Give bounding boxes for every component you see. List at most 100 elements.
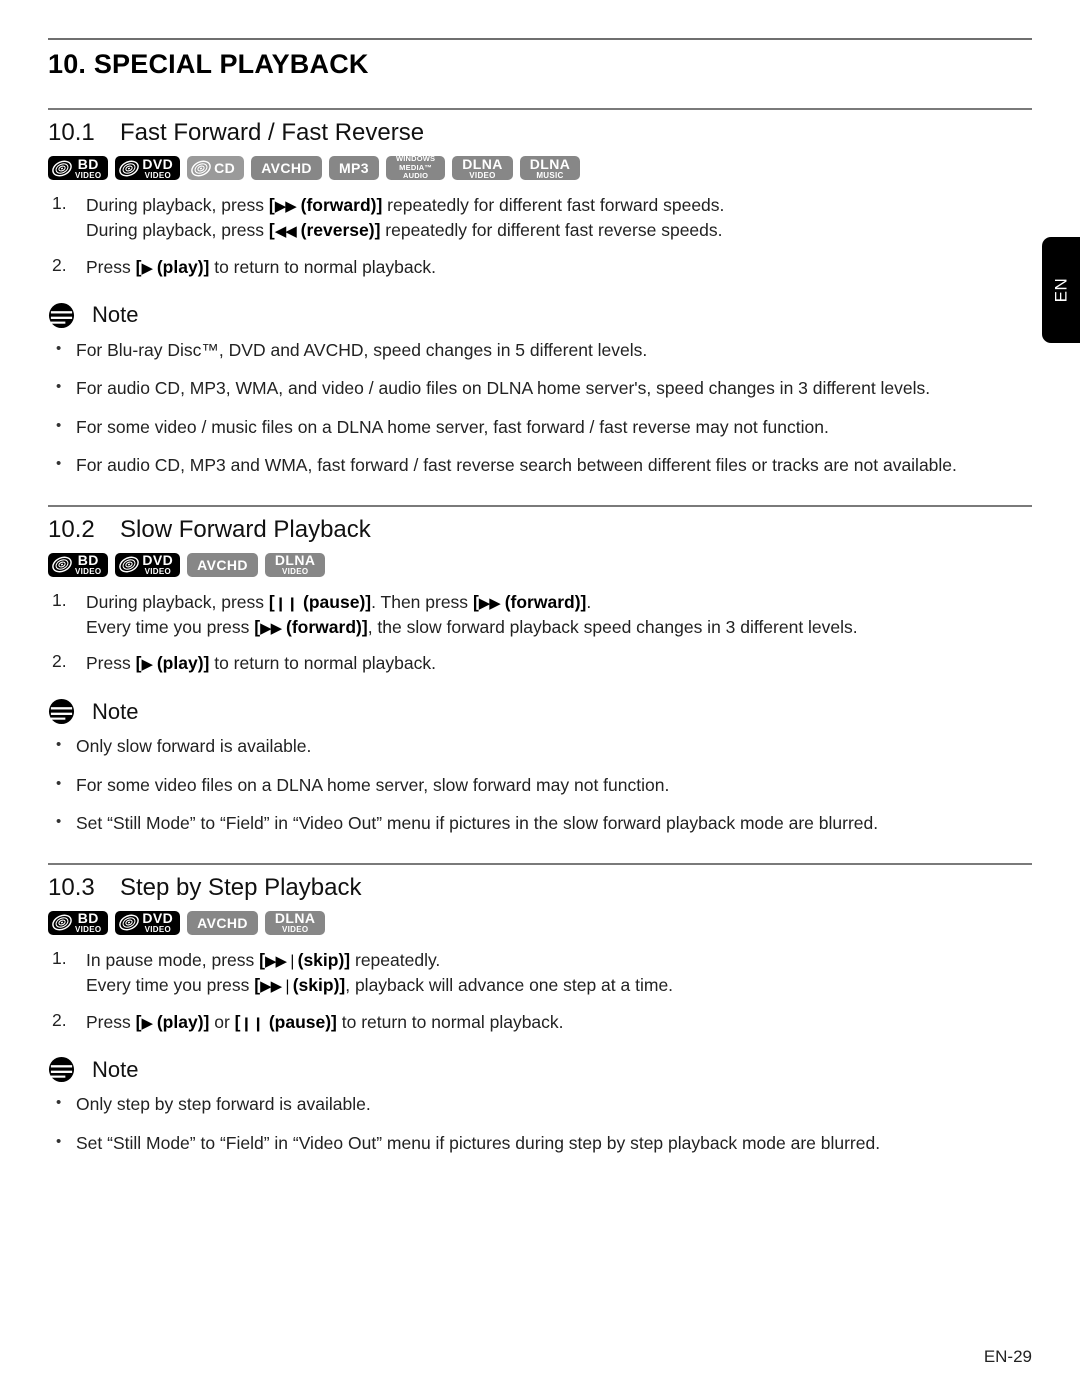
disc-icon (52, 160, 72, 176)
bullet-icon: • (56, 774, 62, 792)
note-item: • Only step by step forward is available. (48, 1092, 1032, 1118)
media-badge-dvd-video: DVD VIDEO (115, 155, 181, 180)
note-list: • Only step by step forward is available.… (48, 1092, 1032, 1156)
section-title: Fast Forward / Fast Reverse (120, 119, 425, 146)
badge-label: WINDOWS MEDIA™ AUDIO (395, 154, 436, 181)
key-label: [❙❙ (pause)] (234, 1011, 337, 1032)
badge-sublabel: MUSIC (536, 170, 564, 180)
badge-label: AVCHD (197, 556, 248, 573)
bullet-icon: • (56, 1133, 62, 1151)
note-list: • Only slow forward is available. • For som… (48, 734, 1032, 837)
badge-label: DLNA (462, 155, 503, 172)
badge-label: DVD (142, 552, 174, 569)
note-list: • For Blu-ray Disc™, DVD and AVCHD, speed… (48, 338, 1032, 479)
language-tab: EN (1042, 237, 1080, 343)
badge-label: CD (214, 160, 236, 176)
sections-container: 10.1 Fast Forward / Fast Reverse BD VIDEO DV… (48, 108, 1032, 1177)
note-item: • Only slow forward is available. (48, 734, 1032, 760)
badge-label: AVCHD (261, 160, 312, 176)
bullet-icon: • (56, 339, 62, 357)
note-heading: Note (48, 302, 1032, 329)
disc-icon (119, 914, 140, 931)
key-label: [▶▶ (forward)] (268, 195, 383, 215)
note-label: Note (92, 302, 139, 328)
instruction-line: During playback, press [▶▶ (forward)] re… (86, 195, 725, 215)
key-label: [▶▶❘(skip)] (259, 949, 351, 970)
badge-label: BD (77, 910, 99, 927)
instruction-line: During playback, press [❙❙ (pause)]. The… (86, 591, 592, 612)
section-10-3: 10.3 Step by Step Playback BD VIDEO DVD VIDEO… (48, 862, 1032, 1177)
note-text: Set “Still Mode” to “Field” in “Video Ou… (76, 813, 879, 834)
badge-sublabel: VIDEO (144, 170, 171, 180)
note-label: Note (92, 1056, 139, 1082)
disc-icon (52, 556, 72, 573)
note-item: • Set “Still Mode” to “Field” in “Video O… (48, 811, 1032, 837)
note-text: For audio CD, MP3, WMA, and video / audi… (76, 378, 931, 399)
step-item: 2. Press [▶ (play)] to return to normal p… (48, 651, 1032, 676)
media-badge-wma: WINDOWS MEDIA™ AUDIO (385, 154, 446, 181)
step-item: 2. Press [▶ (play)] to return to normal p… (48, 255, 1032, 280)
step-number: 2. (52, 651, 67, 672)
media-badge-cd: CD (187, 156, 245, 180)
media-badge-row: BD VIDEO DVD VIDEO AVCHD DLNA VIDEO (48, 910, 1032, 935)
disc-icon (52, 914, 72, 931)
instruction-line: Every time you press [▶▶❘(skip)], playba… (86, 974, 674, 995)
badge-sublabel: VIDEO (281, 567, 309, 577)
note-text: For Blu-ray Disc™, DVD and AVCHD, speed … (76, 339, 648, 360)
bullet-icon: • (56, 416, 62, 434)
media-badge-avchd: AVCHD (187, 910, 258, 935)
header-divider (48, 38, 1032, 40)
note-item: • For Blu-ray Disc™, DVD and AVCHD, speed… (48, 338, 1032, 364)
section-divider (48, 862, 1032, 865)
step-text: In pause mode, press [▶▶❘(skip)] repeate… (86, 948, 673, 998)
step-text: Press [▶ (play)] or [❙❙ (pause)] to retu… (86, 1010, 564, 1035)
step-number: 2. (52, 254, 67, 275)
badge-label: DLNA (274, 552, 316, 569)
step-text: Press [▶ (play)] to return to normal pla… (86, 651, 436, 676)
note-heading: Note (48, 698, 1032, 725)
instruction-line: Press [▶ (play)] to return to normal pla… (86, 256, 436, 277)
step-text: During playback, press [❙❙ (pause)]. The… (86, 590, 858, 640)
media-badge-dlna-video: DLNA VIDEO (452, 155, 513, 180)
note-text: Only step by step forward is available. (76, 1094, 371, 1115)
section-number: 10.2 (48, 515, 95, 543)
step-item: 2. Press [▶ (play)] or [❙❙ (pause)] to re… (48, 1010, 1032, 1035)
media-badge-dvd-video: DVD VIDEO (115, 910, 181, 935)
instruction-line: Every time you press [▶▶ (forward)], the… (86, 616, 858, 637)
media-badge-dlna-video: DLNA VIDEO (264, 552, 326, 577)
page-title: 10. SPECIAL PLAYBACK (48, 49, 369, 79)
language-tab-label: EN (1051, 277, 1070, 303)
key-label: [▶▶❘(skip)] (254, 974, 346, 995)
section-title: Slow Forward Playback (120, 515, 371, 543)
media-badge-row: BD VIDEO DVD VIDEO AVCHD DLNA VIDEO (48, 552, 1032, 577)
step-text: During playback, press [▶▶ (forward)] re… (86, 193, 724, 243)
bullet-icon: • (56, 455, 62, 473)
badge-label: BD (77, 552, 99, 569)
step-list: 1. In pause mode, press [▶▶❘(skip)] repea… (48, 948, 1032, 1035)
page-number: EN-29 (983, 1347, 1032, 1366)
note-icon (48, 302, 75, 328)
section-divider (48, 108, 1032, 110)
badge-sublabel: VIDEO (144, 925, 171, 935)
step-list: 1. During playback, press [▶▶ (forward)] … (48, 193, 1032, 280)
badge-label: DLNA (274, 910, 316, 927)
step-item: 1. In pause mode, press [▶▶❘(skip)] repea… (48, 948, 1032, 998)
media-badge-avchd: AVCHD (251, 156, 322, 180)
key-label: [▶ (play)] (135, 256, 210, 277)
section-heading: 10.2 Slow Forward Playback (48, 516, 1032, 544)
section-number: 10.1 (48, 119, 95, 146)
note-text: For some video files on a DLNA home serv… (76, 774, 670, 795)
key-label: [◀◀ (reverse)] (268, 219, 381, 240)
step-number: 1. (52, 947, 67, 968)
badge-sublabel: VIDEO (144, 567, 171, 577)
key-label: [▶▶ (forward)] (254, 616, 368, 637)
media-badge-row: BD VIDEO DVD VIDEO CD AVCHD MP3 WINDOWS MEDIA™ AU… (48, 154, 1032, 181)
badge-label: DVD (142, 155, 174, 172)
bullet-icon: • (56, 1094, 62, 1112)
bullet-icon: • (56, 378, 62, 396)
media-badge-dvd-video: DVD VIDEO (115, 552, 181, 577)
key-label: [▶ (play)] (135, 1011, 210, 1032)
section-heading: 10.1 Fast Forward / Fast Reverse (48, 119, 1032, 147)
page-content: 10. SPECIAL PLAYBACK 10.1 Fast Forward / … (48, 0, 1032, 1177)
note-heading: Note (48, 1056, 1032, 1083)
